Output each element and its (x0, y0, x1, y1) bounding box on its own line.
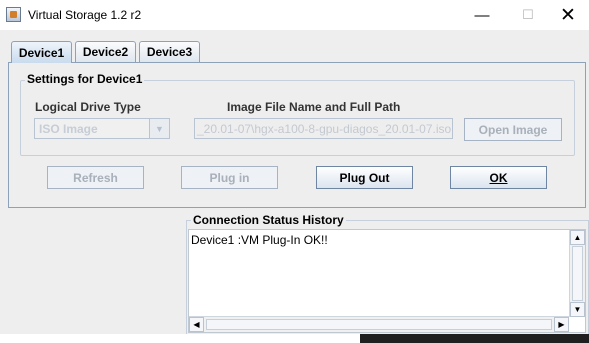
tab-device2[interactable]: Device2 (75, 41, 136, 62)
chevron-down-icon[interactable]: ▼ (149, 119, 169, 138)
background-taskbar-fragment (0, 334, 589, 343)
drive-type-value: ISO Image (39, 122, 98, 136)
drive-type-label: Logical Drive Type (35, 100, 141, 114)
app-icon (6, 7, 21, 22)
ok-button-label: OK (489, 170, 508, 185)
history-line: Device1 :VM Plug-In OK!! (191, 233, 328, 247)
image-path-value: _20.01-07\hgx-a100-8-gpu-diagos_20.01-07… (197, 122, 452, 136)
plug-out-button[interactable]: Plug Out (316, 166, 413, 189)
arrow-up-icon[interactable]: ▲ (570, 230, 585, 245)
arrow-down-icon[interactable]: ▼ (570, 302, 585, 317)
minimize-button[interactable]: — (459, 0, 505, 30)
settings-legend: Settings for Device1 (25, 72, 145, 86)
arrow-right-icon[interactable]: ▶ (554, 317, 569, 332)
history-legend: Connection Status History (191, 213, 346, 227)
history-text-area[interactable]: Device1 :VM Plug-In OK!! ▲ ▼ ◀ ▶ (188, 229, 586, 333)
tab-device3[interactable]: Device3 (139, 41, 200, 62)
horizontal-scrollbar[interactable]: ◀ ▶ (189, 316, 569, 332)
title-bar: Virtual Storage 1.2 r2 — ☐ ✕ (0, 0, 589, 30)
window-title: Virtual Storage 1.2 r2 (28, 8, 142, 22)
close-button[interactable]: ✕ (545, 0, 589, 30)
vertical-scrollbar[interactable]: ▲ ▼ (569, 230, 585, 317)
horizontal-scroll-track[interactable] (206, 319, 552, 330)
image-path-label: Image File Name and Full Path (227, 100, 401, 114)
tab-device1[interactable]: Device1 (11, 41, 72, 63)
image-path-field[interactable]: _20.01-07\hgx-a100-8-gpu-diagos_20.01-07… (194, 118, 453, 139)
refresh-button[interactable]: Refresh (47, 166, 144, 189)
ok-button[interactable]: OK (450, 166, 547, 189)
drive-type-select[interactable]: ISO Image ▼ (34, 118, 170, 139)
open-image-button[interactable]: Open Image (464, 118, 562, 141)
background-dark-area (360, 334, 589, 343)
plug-in-button[interactable]: Plug in (181, 166, 278, 189)
arrow-left-icon[interactable]: ◀ (189, 317, 204, 332)
vertical-scroll-track[interactable] (572, 246, 583, 301)
